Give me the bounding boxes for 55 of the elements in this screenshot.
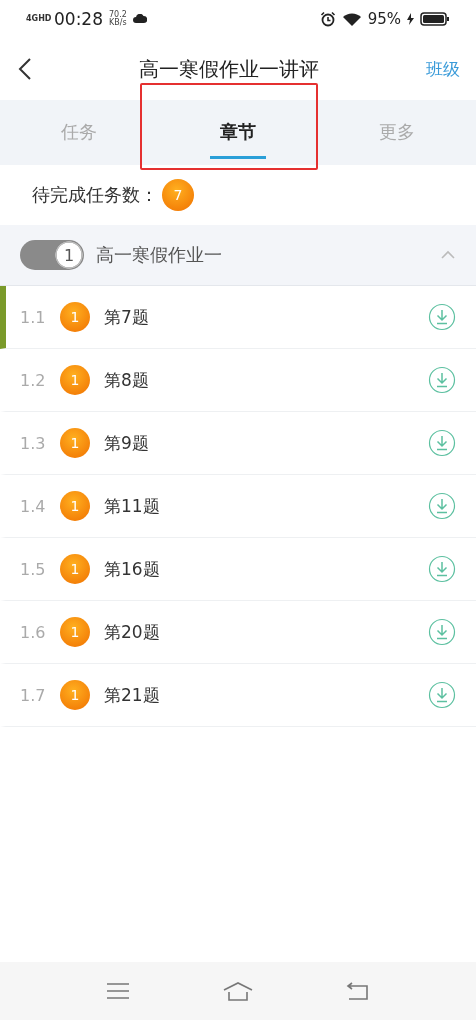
tab[interactable]: 章节 [210,100,266,159]
item-title: 第20题 [104,620,161,644]
item-index: 1.7 [20,685,47,705]
pending-label: 待完成任务数： [32,183,158,207]
chapter-header[interactable]: 1 高一寒假作业一 [0,225,476,286]
download-icon[interactable] [428,681,456,709]
count-badge: 1 [60,302,90,332]
download-icon[interactable] [428,366,456,394]
cloud-icon [132,14,147,24]
item-index: 1.6 [20,622,47,642]
item-index: 1.5 [20,559,47,579]
download-icon[interactable] [428,555,456,583]
lesson-row[interactable]: 1.2 1 第8题 [0,349,476,412]
item-index: 1.3 [20,433,47,453]
count-badge: 1 [60,365,90,395]
chapter-title: 高一寒假作业一 [96,243,223,267]
lesson-row[interactable]: 1.6 1 第20题 [0,601,476,664]
lesson-row[interactable]: 1.1 1 第7题 [0,286,476,349]
count-badge: 7 [162,179,194,211]
download-icon[interactable] [428,429,456,457]
item-index: 1.2 [20,370,47,390]
lesson-row[interactable]: 1.3 1 第9题 [0,412,476,475]
wifi-icon [341,11,362,27]
item-title: 第16题 [104,557,161,581]
status-time: 00:28 [54,9,103,29]
back-icon[interactable] [18,57,32,81]
back-nav-icon[interactable] [346,981,370,1001]
home-icon[interactable] [222,981,254,1001]
charging-icon [407,13,414,25]
item-title: 第9题 [104,431,150,455]
battery-percent: 95% [367,10,401,28]
item-title: 第8题 [104,368,150,392]
count-badge: 1 [60,680,90,710]
count-badge: 1 [60,617,90,647]
count-badge: 1 [60,428,90,458]
page-title: 高一寒假作业一讲评 [138,55,320,83]
download-icon[interactable] [428,618,456,646]
caret-icon[interactable] [440,250,456,260]
count-badge: 1 [60,491,90,521]
network-speed: 70.2 KB/s [109,11,127,27]
lesson-row[interactable]: 1.4 1 第11题 [0,475,476,538]
battery-icon [420,12,450,26]
item-title: 第11题 [104,494,161,518]
lesson-row[interactable]: 1.7 1 第21题 [0,664,476,727]
lesson-row[interactable]: 1.5 1 第16题 [0,538,476,601]
alarm-icon [319,11,336,27]
download-icon[interactable] [428,492,456,520]
item-index: 1.4 [20,496,47,516]
item-title: 第7题 [104,305,150,329]
download-icon[interactable] [428,303,456,331]
menu-icon[interactable] [106,982,130,1000]
chapter-number-toggle: 1 [20,240,84,270]
item-index: 1.1 [20,307,47,327]
item-title: 第21题 [104,683,161,707]
count-badge: 1 [60,554,90,584]
